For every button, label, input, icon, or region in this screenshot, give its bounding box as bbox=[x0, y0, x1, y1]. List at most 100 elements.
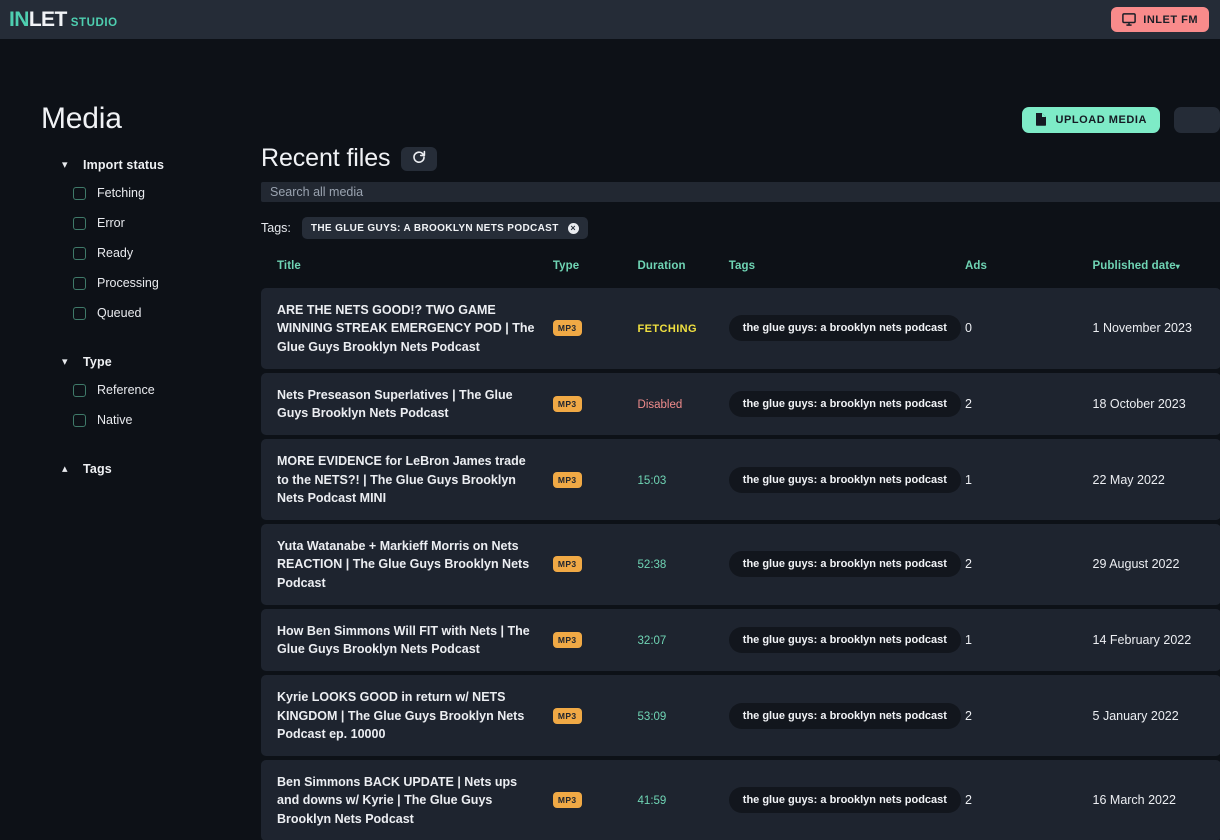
row-tag-pill[interactable]: the glue guys: a brooklyn nets podcast bbox=[729, 703, 961, 729]
page-body: ▾ Import status Fetching Error Ready Pro… bbox=[0, 102, 1220, 840]
chevron-down-icon: ▾ bbox=[62, 357, 72, 368]
cell-type: MP3 bbox=[553, 373, 638, 436]
published-date: 1 November 2023 bbox=[1093, 321, 1192, 335]
cell-title: MORE EVIDENCE for LeBron James trade to … bbox=[261, 439, 553, 520]
row-tag-pill[interactable]: the glue guys: a brooklyn nets podcast bbox=[729, 467, 961, 493]
cell-ads: 1 bbox=[965, 439, 1093, 520]
cell-duration: 15:03 bbox=[638, 439, 729, 520]
column-header-published-date[interactable]: Published date▾ bbox=[1093, 260, 1220, 284]
column-header-type[interactable]: Type bbox=[553, 260, 638, 284]
page-header: Media UPLOAD MEDIA bbox=[0, 39, 1220, 102]
row-tag-pill[interactable]: the glue guys: a brooklyn nets podcast bbox=[729, 627, 961, 653]
cell-title: Ben Simmons BACK UPDATE | Nets ups and d… bbox=[261, 760, 553, 840]
published-date: 14 February 2022 bbox=[1093, 633, 1192, 647]
checkbox-icon[interactable] bbox=[73, 307, 86, 320]
type-badge: MP3 bbox=[553, 320, 582, 336]
checkbox-icon[interactable] bbox=[73, 187, 86, 200]
filter-group-import-status: ▾ Import status Fetching Error Ready Pro… bbox=[0, 152, 261, 328]
column-header-duration[interactable]: Duration bbox=[638, 260, 729, 284]
cell-duration: 41:59 bbox=[638, 760, 729, 840]
published-date: 29 August 2022 bbox=[1093, 557, 1180, 571]
spacer bbox=[0, 441, 261, 456]
filter-checkbox-label: Native bbox=[97, 413, 132, 427]
published-date: 16 March 2022 bbox=[1093, 793, 1176, 807]
cell-tags: the glue guys: a brooklyn nets podcast bbox=[729, 675, 965, 756]
cell-type: MP3 bbox=[553, 439, 638, 520]
cell-type: MP3 bbox=[553, 675, 638, 756]
cell-published-date: 29 August 2022 bbox=[1093, 524, 1220, 605]
logo-wordmark: INLET bbox=[9, 9, 67, 30]
spacer bbox=[0, 334, 261, 349]
cell-title: Yuta Watanabe + Markieff Morris on Nets … bbox=[261, 524, 553, 605]
filter-checkbox-label: Reference bbox=[97, 383, 155, 397]
chevron-down-icon: ▾ bbox=[62, 160, 72, 171]
row-tag-pill[interactable]: the glue guys: a brooklyn nets podcast bbox=[729, 315, 961, 341]
filter-checkbox-queued[interactable]: Queued bbox=[0, 298, 261, 328]
type-badge: MP3 bbox=[553, 632, 582, 648]
filter-checkbox-label: Ready bbox=[97, 246, 133, 260]
cell-duration: 53:09 bbox=[638, 675, 729, 756]
media-table: Title Type Duration Tags Ads Published d… bbox=[261, 256, 1220, 840]
row-tag-pill[interactable]: the glue guys: a brooklyn nets podcast bbox=[729, 551, 961, 577]
logo-studio: STUDIO bbox=[71, 17, 118, 29]
table-row[interactable]: Ben Simmons BACK UPDATE | Nets ups and d… bbox=[261, 760, 1220, 840]
inlet-fm-button[interactable]: INLET FM bbox=[1111, 7, 1209, 32]
ads-count: 2 bbox=[965, 709, 972, 723]
filter-checkbox-processing[interactable]: Processing bbox=[0, 268, 261, 298]
search-input[interactable] bbox=[261, 182, 1220, 202]
filter-group-header-tags[interactable]: ▴ Tags bbox=[0, 456, 261, 482]
cell-tags: the glue guys: a brooklyn nets podcast bbox=[729, 524, 965, 605]
cell-published-date: 1 November 2023 bbox=[1093, 288, 1220, 369]
filter-group-header-type[interactable]: ▾ Type bbox=[0, 349, 261, 375]
table-row[interactable]: How Ben Simmons Will FIT with Nets | The… bbox=[261, 609, 1220, 672]
checkbox-icon[interactable] bbox=[73, 414, 86, 427]
checkbox-icon[interactable] bbox=[73, 247, 86, 260]
section-title: Recent files bbox=[261, 144, 390, 173]
checkbox-icon[interactable] bbox=[73, 217, 86, 230]
column-header-ads[interactable]: Ads bbox=[965, 260, 1093, 284]
cell-type: MP3 bbox=[553, 609, 638, 672]
published-date: 5 January 2022 bbox=[1093, 709, 1179, 723]
row-tag-pill[interactable]: the glue guys: a brooklyn nets podcast bbox=[729, 391, 961, 417]
filter-checkbox-ready[interactable]: Ready bbox=[0, 238, 261, 268]
filter-checkbox-error[interactable]: Error bbox=[0, 208, 261, 238]
cell-tags: the glue guys: a brooklyn nets podcast bbox=[729, 439, 965, 520]
cell-published-date: 16 March 2022 bbox=[1093, 760, 1220, 840]
cell-ads: 0 bbox=[965, 288, 1093, 369]
filter-checkbox-reference[interactable]: Reference bbox=[0, 375, 261, 405]
column-header-title[interactable]: Title bbox=[261, 260, 553, 284]
table-row[interactable]: Kyrie LOOKS GOOD in return w/ NETS KINGD… bbox=[261, 675, 1220, 756]
checkbox-icon[interactable] bbox=[73, 277, 86, 290]
cell-ads: 2 bbox=[965, 760, 1093, 840]
row-tag-pill[interactable]: the glue guys: a brooklyn nets podcast bbox=[729, 787, 961, 813]
refresh-icon bbox=[412, 150, 426, 167]
table-row[interactable]: ARE THE NETS GOOD!? TWO GAME WINNING STR… bbox=[261, 288, 1220, 369]
checkbox-icon[interactable] bbox=[73, 384, 86, 397]
app-logo[interactable]: INLET STUDIO bbox=[9, 9, 118, 30]
inlet-fm-label: INLET FM bbox=[1143, 14, 1198, 26]
close-icon[interactable]: × bbox=[568, 223, 579, 234]
cell-tags: the glue guys: a brooklyn nets podcast bbox=[729, 373, 965, 436]
published-date: 22 May 2022 bbox=[1093, 473, 1165, 487]
cell-duration: 32:07 bbox=[638, 609, 729, 672]
filter-group-label: Import status bbox=[83, 158, 164, 172]
cell-tags: the glue guys: a brooklyn nets podcast bbox=[729, 760, 965, 840]
filter-checkbox-native[interactable]: Native bbox=[0, 405, 261, 435]
table-row[interactable]: Yuta Watanabe + Markieff Morris on Nets … bbox=[261, 524, 1220, 605]
tag-filter-chip[interactable]: THE GLUE GUYS: A BROOKLYN NETS PODCAST × bbox=[302, 217, 588, 239]
active-tag-filters: Tags: THE GLUE GUYS: A BROOKLYN NETS POD… bbox=[261, 217, 1220, 239]
table-row[interactable]: Nets Preseason Superlatives | The Glue G… bbox=[261, 373, 1220, 436]
tags-filter-label: Tags: bbox=[261, 221, 291, 235]
cell-published-date: 18 October 2023 bbox=[1093, 373, 1220, 436]
ads-count: 2 bbox=[965, 793, 972, 807]
filter-group-header-import-status[interactable]: ▾ Import status bbox=[0, 152, 261, 178]
filter-checkbox-label: Processing bbox=[97, 276, 159, 290]
table-row[interactable]: MORE EVIDENCE for LeBron James trade to … bbox=[261, 439, 1220, 520]
column-header-tags[interactable]: Tags bbox=[729, 260, 965, 284]
filter-group-tags: ▴ Tags bbox=[0, 456, 261, 482]
refresh-button[interactable] bbox=[401, 147, 437, 171]
filter-checkbox-fetching[interactable]: Fetching bbox=[0, 178, 261, 208]
duration-value: 52:38 bbox=[638, 559, 667, 571]
cell-type: MP3 bbox=[553, 288, 638, 369]
type-badge: MP3 bbox=[553, 472, 582, 488]
